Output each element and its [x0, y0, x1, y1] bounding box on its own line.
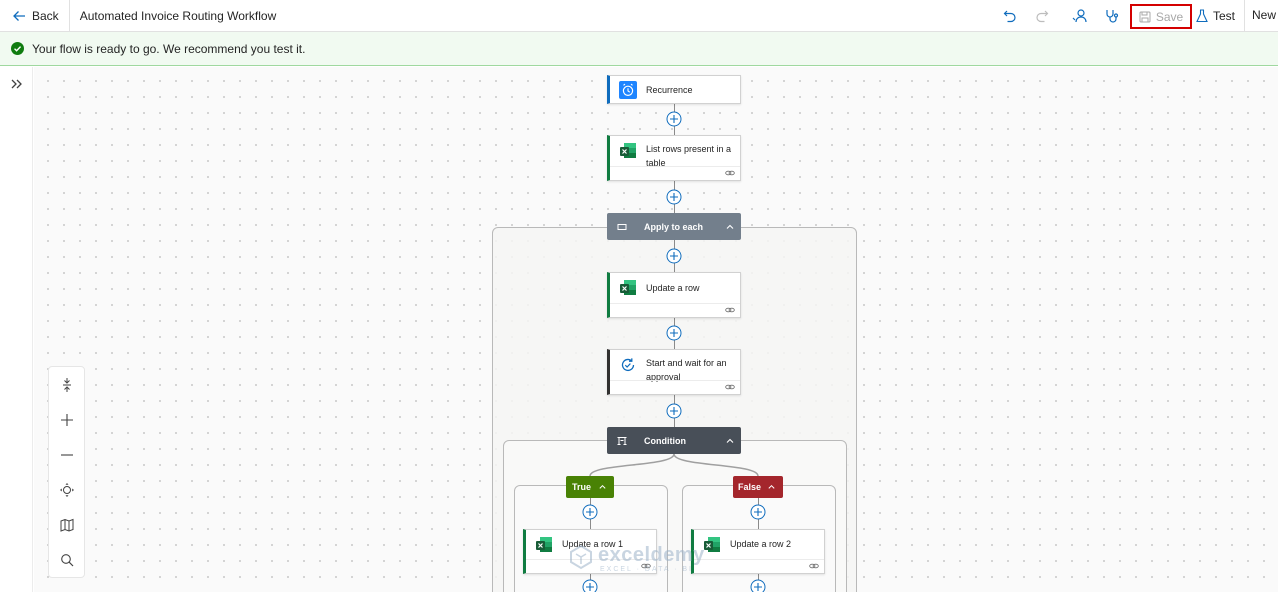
add-step-icon[interactable] — [666, 248, 682, 264]
card-footer — [610, 166, 740, 180]
back-label: Back — [32, 8, 59, 23]
card-footer — [610, 380, 740, 394]
minimap-button[interactable] — [49, 507, 84, 542]
true-branch-label: True — [572, 482, 592, 492]
approval-icon — [621, 358, 635, 372]
chevron-up-icon[interactable] — [725, 222, 735, 232]
false-branch-header[interactable]: False — [733, 476, 783, 498]
minimap-icon — [60, 518, 73, 532]
add-step-icon[interactable] — [750, 579, 766, 592]
back-button[interactable]: Back — [0, 0, 70, 32]
status-banner: Your flow is ready to go. We recommend y… — [0, 32, 1278, 66]
watermark: exceldemy EXCEL · DATA · BI — [566, 540, 716, 580]
flow-checker-button[interactable] — [1070, 6, 1090, 26]
watermark-name: exceldemy — [598, 544, 705, 566]
arrow-left-icon — [13, 10, 25, 21]
apply-to-each-header[interactable]: Apply to each — [607, 213, 741, 240]
true-branch-header[interactable]: True — [566, 476, 614, 498]
zoom-in-button[interactable] — [49, 402, 84, 437]
search-button[interactable] — [49, 542, 84, 577]
check-circle-icon — [11, 42, 24, 55]
zoom-in-icon — [60, 413, 73, 426]
update-row-card[interactable]: Update a row — [607, 272, 741, 318]
zoom-out-button[interactable] — [49, 437, 84, 472]
redo-button[interactable] — [1032, 6, 1052, 26]
condition-icon — [617, 436, 627, 445]
card-title: Update a row 2 — [730, 539, 792, 549]
add-step-icon[interactable] — [666, 403, 682, 419]
alarm-clock-icon — [619, 81, 637, 99]
card-title: Recurrence — [646, 85, 693, 95]
watermark-logo-icon — [570, 544, 592, 570]
add-step-icon[interactable] — [666, 325, 682, 341]
new-button[interactable]: New — [1252, 8, 1276, 22]
card-footer — [610, 303, 740, 317]
recurrence-card[interactable]: Recurrence — [607, 75, 741, 104]
flow-checker-icon — [1072, 9, 1087, 23]
excel-icon — [620, 280, 636, 295]
zoom-controls — [48, 366, 85, 578]
excel-icon — [536, 537, 552, 552]
undo-icon — [1003, 10, 1016, 23]
test-button[interactable]: Test — [1196, 6, 1235, 26]
flow-title: Automated Invoice Routing Workflow — [79, 8, 277, 23]
list-rows-card[interactable]: List rows present in a table — [607, 135, 741, 181]
excel-icon — [620, 143, 636, 158]
false-branch-label: False — [738, 482, 762, 492]
link-icon — [725, 384, 735, 390]
flask-icon — [1196, 9, 1208, 23]
link-icon — [809, 563, 819, 569]
left-rail — [0, 67, 33, 592]
add-step-icon[interactable] — [582, 504, 598, 520]
fit-height-icon — [62, 377, 71, 392]
branch-connector — [589, 453, 759, 477]
chevron-up-icon[interactable] — [598, 483, 607, 492]
zoom-out-icon — [60, 453, 73, 456]
test-label: Test — [1213, 9, 1236, 23]
expand-panel-icon[interactable] — [8, 76, 24, 92]
save-icon — [1139, 11, 1151, 22]
fit-view-icon — [59, 482, 74, 497]
banner-message: Your flow is ready to go. We recommend y… — [32, 41, 306, 56]
toolbar-divider — [1244, 0, 1245, 32]
stethoscope-icon — [1106, 10, 1119, 23]
condition-header[interactable]: Condition — [607, 427, 741, 454]
link-icon — [725, 170, 735, 176]
add-step-icon[interactable] — [666, 111, 682, 127]
apply-to-each-title: Apply to each — [644, 221, 704, 232]
redo-icon — [1036, 10, 1049, 23]
search-icon — [60, 553, 73, 566]
fit-view-button[interactable] — [49, 472, 84, 507]
save-label: Save — [1155, 9, 1184, 24]
card-title: Update a row — [646, 283, 700, 293]
chevron-up-icon[interactable] — [767, 483, 776, 492]
undo-button[interactable] — [1000, 6, 1020, 26]
add-step-icon[interactable] — [666, 189, 682, 205]
chevron-up-icon[interactable] — [725, 436, 735, 446]
add-step-icon[interactable] — [750, 504, 766, 520]
loop-icon — [617, 223, 627, 230]
fit-height-button[interactable] — [49, 367, 84, 402]
link-icon — [725, 307, 735, 313]
save-button[interactable]: Save — [1130, 4, 1192, 29]
approval-card[interactable]: Start and wait for an approval — [607, 349, 741, 395]
condition-title: Condition — [644, 435, 686, 446]
stethoscope-button[interactable] — [1102, 6, 1122, 26]
add-step-icon[interactable] — [582, 579, 598, 592]
watermark-subtitle: EXCEL · DATA · BI — [600, 566, 693, 573]
